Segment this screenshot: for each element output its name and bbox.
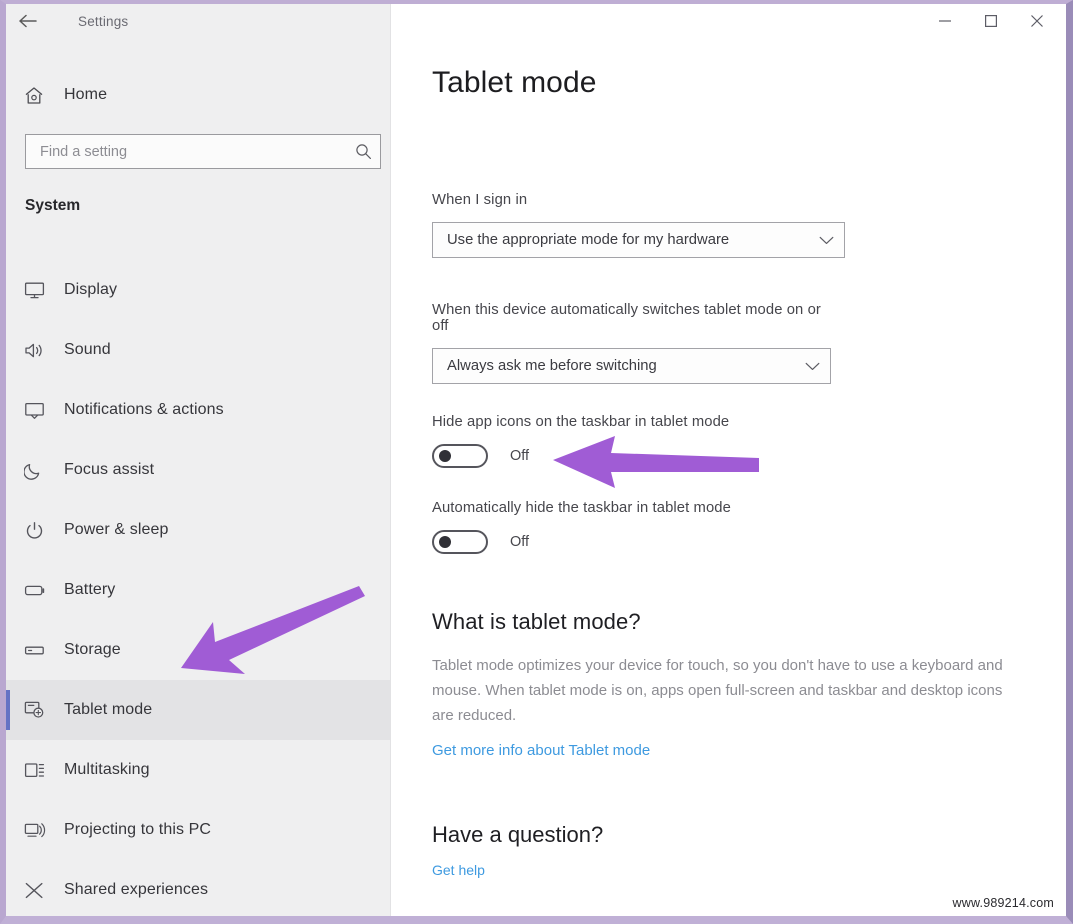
maximize-icon[interactable] bbox=[968, 6, 1014, 36]
storage-icon bbox=[24, 641, 58, 660]
minimize-icon[interactable] bbox=[922, 6, 968, 36]
shared-experiences-icon bbox=[24, 881, 58, 900]
sidebar-item-home[interactable]: Home bbox=[6, 74, 390, 116]
what-is-body: Tablet mode optimizes your device for to… bbox=[432, 657, 1003, 724]
sidebar-item-battery-label: Battery bbox=[64, 581, 116, 598]
sign-in-dropdown[interactable]: Use the appropriate mode for my hardware bbox=[432, 222, 845, 258]
moon-icon bbox=[24, 461, 58, 480]
window-title-bar: Settings bbox=[6, 4, 1066, 38]
close-icon[interactable] bbox=[1014, 6, 1060, 36]
chevron-down-icon bbox=[819, 236, 834, 245]
power-icon bbox=[24, 521, 58, 540]
sidebar-item-display-label: Display bbox=[64, 281, 118, 298]
projecting-icon bbox=[24, 821, 58, 840]
sign-in-dropdown-value: Use the appropriate mode for my hardware bbox=[447, 232, 730, 248]
sidebar: Home System Display bbox=[6, 4, 391, 916]
get-more-info-link[interactable]: Get more info about Tablet mode bbox=[432, 742, 650, 759]
auto-hide-taskbar-state: Off bbox=[510, 534, 530, 550]
sidebar-item-tablet-mode-label: Tablet mode bbox=[64, 701, 153, 718]
sidebar-section-heading: System bbox=[25, 197, 81, 214]
auto-hide-taskbar-setting: Automatically hide the taskbar in tablet… bbox=[432, 500, 731, 554]
auto-switch-setting: When this device automatically switches … bbox=[432, 302, 831, 384]
hide-app-icons-setting: Hide app icons on the taskbar in tablet … bbox=[432, 414, 729, 468]
settings-window: Settings Home Find a setting System Disp… bbox=[0, 0, 1073, 924]
hide-app-icons-toggle[interactable] bbox=[432, 444, 488, 468]
sidebar-item-focus-assist[interactable]: Focus assist bbox=[6, 440, 390, 500]
hide-app-icons-toggle-row: Off bbox=[432, 444, 729, 468]
sign-in-setting: When I sign in Use the appropriate mode … bbox=[432, 192, 845, 258]
sidebar-item-multitasking[interactable]: Multitasking bbox=[6, 740, 390, 800]
toggle-knob bbox=[439, 450, 451, 462]
auto-switch-label: When this device automatically switches … bbox=[432, 302, 821, 334]
window-title: Settings bbox=[78, 13, 129, 29]
sidebar-item-projecting-to-this-pc[interactable]: Projecting to this PC bbox=[6, 800, 390, 860]
sidebar-item-sound-label: Sound bbox=[64, 341, 111, 358]
hide-app-icons-state: Off bbox=[510, 448, 530, 464]
what-is-heading: What is tablet mode? bbox=[432, 609, 641, 634]
search-box[interactable] bbox=[25, 134, 381, 169]
what-is-tablet-mode-section: What is tablet mode? Tablet mode optimiz… bbox=[432, 609, 1032, 760]
toggle-knob bbox=[439, 536, 451, 548]
sidebar-item-display[interactable]: Display bbox=[6, 260, 390, 320]
sidebar-item-notifications-actions[interactable]: Notifications & actions bbox=[6, 380, 390, 440]
sidebar-item-storage-label: Storage bbox=[64, 641, 121, 658]
have-a-question-heading: Have a question? bbox=[432, 822, 604, 847]
auto-hide-taskbar-toggle[interactable] bbox=[432, 530, 488, 554]
get-help-link[interactable]: Get help bbox=[432, 862, 485, 878]
tablet-mode-icon bbox=[24, 700, 58, 720]
auto-switch-dropdown-value: Always ask me before switching bbox=[447, 358, 657, 374]
auto-hide-taskbar-label: Automatically hide the taskbar in tablet… bbox=[432, 500, 731, 516]
page-title: Tablet mode bbox=[432, 66, 597, 99]
sidebar-item-tablet-mode[interactable]: Tablet mode bbox=[6, 680, 390, 740]
back-arrow-icon[interactable] bbox=[6, 6, 50, 36]
main-content: Tablet mode When I sign in Use the appro… bbox=[392, 4, 1066, 916]
auto-hide-taskbar-toggle-row: Off bbox=[432, 530, 731, 554]
search-input[interactable] bbox=[26, 135, 346, 168]
have-a-question-section: Have a question? Get help bbox=[432, 822, 603, 880]
speaker-icon bbox=[24, 341, 58, 360]
sidebar-item-shared-experiences-label: Shared experiences bbox=[64, 881, 209, 898]
notification-icon bbox=[24, 401, 58, 420]
home-icon bbox=[24, 86, 58, 105]
window-controls bbox=[922, 4, 1060, 38]
sign-in-label: When I sign in bbox=[432, 192, 528, 208]
watermark: www.989214.com bbox=[952, 896, 1054, 910]
sidebar-item-projecting-to-this-pc-label: Projecting to this PC bbox=[64, 821, 212, 838]
sidebar-item-notifications-actions-label: Notifications & actions bbox=[64, 401, 224, 418]
hide-app-icons-label: Hide app icons on the taskbar in tablet … bbox=[432, 414, 730, 430]
sidebar-item-storage[interactable]: Storage bbox=[6, 620, 390, 680]
sidebar-item-battery[interactable]: Battery bbox=[6, 560, 390, 620]
multitasking-icon bbox=[24, 761, 58, 780]
battery-icon bbox=[24, 581, 58, 600]
sidebar-item-power-sleep-label: Power & sleep bbox=[64, 521, 169, 538]
monitor-icon bbox=[24, 281, 58, 300]
auto-switch-dropdown[interactable]: Always ask me before switching bbox=[432, 348, 831, 384]
sidebar-item-focus-assist-label: Focus assist bbox=[64, 461, 155, 478]
sidebar-item-home-label: Home bbox=[64, 86, 108, 103]
sidebar-nav-list: Display Sound Notifications & actions Fo… bbox=[6, 260, 390, 916]
search-icon[interactable] bbox=[346, 143, 380, 160]
chevron-down-icon bbox=[805, 362, 820, 371]
sidebar-item-sound[interactable]: Sound bbox=[6, 320, 390, 380]
sidebar-item-shared-experiences[interactable]: Shared experiences bbox=[6, 860, 390, 916]
sidebar-item-power-sleep[interactable]: Power & sleep bbox=[6, 500, 390, 560]
sidebar-item-multitasking-label: Multitasking bbox=[64, 761, 150, 778]
